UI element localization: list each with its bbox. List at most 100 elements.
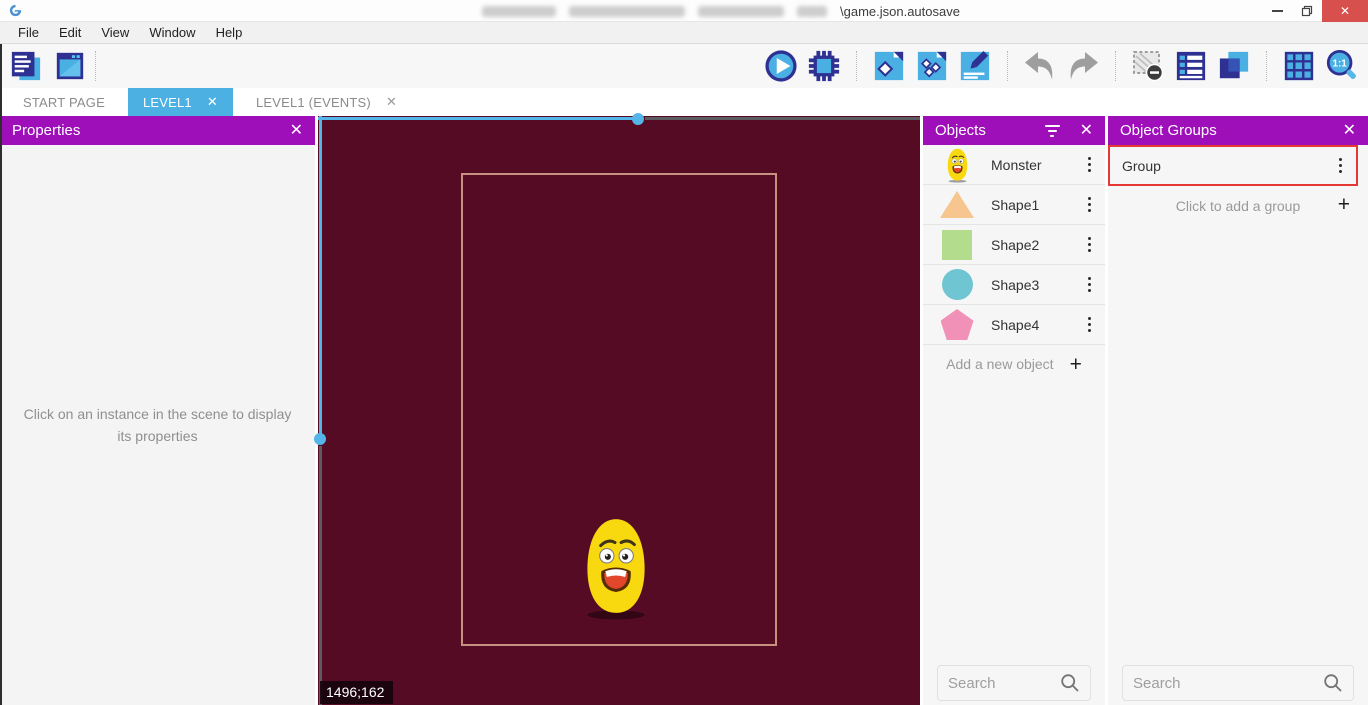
zoom-original-button[interactable]: 1:1 bbox=[1324, 48, 1360, 84]
object-groups-page-icon bbox=[916, 50, 948, 82]
menu-bar: File Edit View Window Help bbox=[0, 22, 1368, 44]
window-controls: ✕ bbox=[1262, 0, 1368, 22]
tab-level1-scene[interactable]: LEVEL1 ✕ bbox=[128, 88, 233, 116]
start-page-icon bbox=[54, 50, 86, 82]
object-name: Monster bbox=[991, 157, 1080, 173]
close-button[interactable]: ✕ bbox=[1322, 0, 1368, 22]
object-row-monster[interactable]: Monster bbox=[923, 145, 1105, 185]
objects-editor-button[interactable] bbox=[871, 48, 907, 84]
groups-search-input[interactable] bbox=[1123, 675, 1323, 692]
horizontal-scrollbar-track[interactable] bbox=[645, 117, 920, 120]
objects-search-input[interactable] bbox=[938, 675, 1060, 692]
toolbar-separator bbox=[95, 51, 96, 81]
undo-button[interactable] bbox=[1022, 48, 1058, 84]
close-icon: ✕ bbox=[1340, 4, 1350, 18]
object-name: Shape3 bbox=[991, 277, 1080, 293]
monster-instance[interactable] bbox=[579, 514, 653, 620]
objects-page-icon bbox=[873, 50, 905, 82]
gdevelop-logo-icon bbox=[8, 3, 23, 23]
search-icon bbox=[1060, 673, 1080, 693]
instances-list-button[interactable] bbox=[1173, 48, 1209, 84]
minimize-icon bbox=[1272, 10, 1283, 12]
object-row-shape2[interactable]: Shape2 bbox=[923, 225, 1105, 265]
vertical-scrollbar-thumb[interactable] bbox=[314, 433, 326, 445]
debugger-chip-icon bbox=[807, 49, 841, 83]
add-group-button[interactable]: Click to add a group + bbox=[1108, 186, 1368, 226]
horizontal-scrollbar-thumb[interactable] bbox=[632, 113, 644, 125]
group-row-highlighted[interactable]: Group bbox=[1108, 145, 1358, 186]
mask-minus-icon bbox=[1131, 49, 1165, 83]
project-manager-icon bbox=[10, 50, 42, 82]
window-title-text: \game.json.autosave bbox=[840, 4, 960, 19]
properties-panel-header: Properties ✕ bbox=[0, 116, 315, 145]
filter-icon[interactable] bbox=[1043, 121, 1062, 141]
object-menu-kebab-icon[interactable] bbox=[1080, 312, 1100, 338]
close-panel-icon[interactable]: ✕ bbox=[1080, 123, 1093, 139]
menu-help[interactable]: Help bbox=[206, 22, 253, 43]
project-manager-button[interactable] bbox=[8, 48, 44, 84]
square-thumbnail-icon bbox=[923, 230, 991, 260]
tab-close-icon[interactable]: ✕ bbox=[386, 94, 397, 110]
add-object-button[interactable]: Add a new object + bbox=[923, 345, 1105, 383]
delete-instances-button[interactable] bbox=[1130, 48, 1166, 84]
debugger-button[interactable] bbox=[806, 48, 842, 84]
group-menu-kebab-icon[interactable] bbox=[1331, 153, 1351, 179]
object-menu-kebab-icon[interactable] bbox=[1080, 232, 1100, 258]
close-panel-icon[interactable]: ✕ bbox=[290, 123, 303, 139]
tab-close-icon[interactable]: ✕ bbox=[207, 94, 218, 110]
objects-panel: Objects ✕ Monster Shape1 Shape2 Shape3 bbox=[923, 116, 1105, 705]
tab-level1-events[interactable]: LEVEL1 (EVENTS) ✕ bbox=[241, 88, 412, 116]
scene-canvas[interactable]: 1496;162 bbox=[318, 116, 920, 705]
object-name: Shape1 bbox=[991, 197, 1080, 213]
menu-edit[interactable]: Edit bbox=[49, 22, 91, 43]
toggle-grid-button[interactable] bbox=[1281, 48, 1317, 84]
tab-label: LEVEL1 bbox=[143, 95, 192, 110]
pentagon-thumbnail-icon bbox=[923, 309, 991, 340]
undo-arrow-icon bbox=[1023, 49, 1057, 83]
menu-view[interactable]: View bbox=[91, 22, 139, 43]
object-name: Shape2 bbox=[991, 237, 1080, 253]
redacted-title-segment bbox=[797, 6, 827, 17]
toolbar-separator bbox=[856, 51, 857, 81]
properties-panel-title: Properties bbox=[12, 122, 80, 139]
start-page-button[interactable] bbox=[52, 48, 88, 84]
vertical-scrollbar-track[interactable] bbox=[319, 116, 322, 434]
menu-window[interactable]: Window bbox=[139, 22, 205, 43]
redacted-title-segment bbox=[569, 6, 685, 17]
properties-empty-message: Click on an instance in the scene to dis… bbox=[18, 404, 297, 447]
vertical-scrollbar-track[interactable] bbox=[319, 446, 322, 705]
object-menu-kebab-icon[interactable] bbox=[1080, 152, 1100, 178]
objects-panel-title: Objects bbox=[935, 122, 986, 139]
toolbar-right-group: 1:1 bbox=[763, 48, 1360, 84]
cursor-coordinates-badge: 1496;162 bbox=[320, 681, 393, 704]
horizontal-scrollbar-track[interactable] bbox=[318, 117, 633, 120]
minimize-button[interactable] bbox=[1262, 0, 1292, 22]
add-object-label: Add a new object bbox=[946, 356, 1053, 372]
layers-button[interactable] bbox=[1216, 48, 1252, 84]
objects-panel-header: Objects ✕ bbox=[923, 116, 1105, 145]
objects-search-box bbox=[937, 665, 1091, 701]
scene-properties-button[interactable] bbox=[957, 48, 993, 84]
editor-tabs: START PAGE LEVEL1 ✕ LEVEL1 (EVENTS) ✕ bbox=[0, 88, 1368, 116]
object-row-shape1[interactable]: Shape1 bbox=[923, 185, 1105, 225]
play-icon bbox=[764, 49, 798, 83]
window-left-edge bbox=[0, 44, 2, 705]
layers-icon bbox=[1218, 50, 1250, 82]
menu-file[interactable]: File bbox=[8, 22, 49, 43]
properties-panel: Properties ✕ Click on an instance in the… bbox=[0, 116, 315, 705]
triangle-thumbnail-icon bbox=[923, 191, 991, 218]
object-menu-kebab-icon[interactable] bbox=[1080, 192, 1100, 218]
close-panel-icon[interactable]: ✕ bbox=[1343, 123, 1356, 139]
object-row-shape4[interactable]: Shape4 bbox=[923, 305, 1105, 345]
groups-search-box bbox=[1122, 665, 1354, 701]
restore-button[interactable] bbox=[1292, 0, 1322, 22]
redo-arrow-icon bbox=[1066, 49, 1100, 83]
object-menu-kebab-icon[interactable] bbox=[1080, 272, 1100, 298]
tab-start-page[interactable]: START PAGE bbox=[8, 88, 120, 116]
group-name: Group bbox=[1110, 158, 1331, 174]
object-row-shape3[interactable]: Shape3 bbox=[923, 265, 1105, 305]
redo-button[interactable] bbox=[1065, 48, 1101, 84]
object-groups-editor-button[interactable] bbox=[914, 48, 950, 84]
preview-play-button[interactable] bbox=[763, 48, 799, 84]
object-groups-panel: Object Groups ✕ Group Click to add a gro… bbox=[1108, 116, 1368, 705]
